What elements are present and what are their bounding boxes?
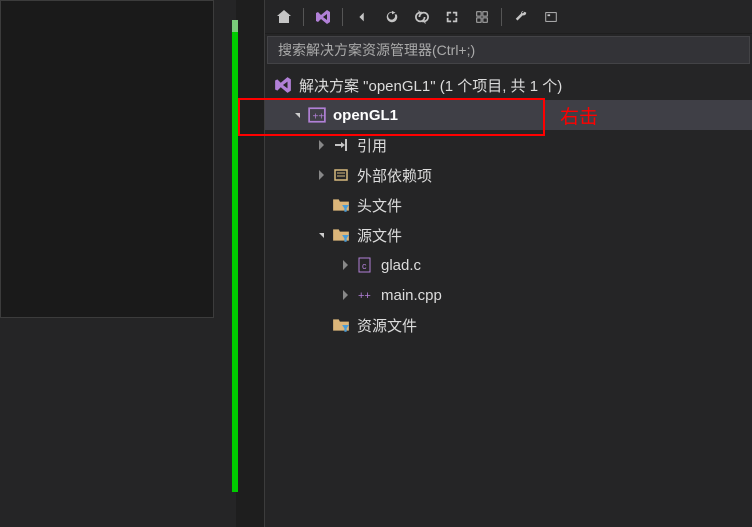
expander-icon[interactable] — [337, 257, 353, 273]
expander-icon[interactable] — [289, 107, 305, 123]
search-placeholder: 搜索解决方案资源管理器(Ctrl+;) — [278, 40, 475, 60]
solution-explorer-toolbar — [265, 0, 752, 34]
expander-icon[interactable] — [313, 137, 329, 153]
refresh-icon[interactable] — [379, 4, 405, 30]
solution-label: 解决方案 "openGL1" (1 个项目, 共 1 个) — [299, 75, 562, 96]
header-files-node[interactable]: 头文件 — [265, 190, 752, 220]
search-input[interactable]: 搜索解决方案资源管理器(Ctrl+;) — [267, 36, 750, 64]
sync-icon[interactable] — [409, 4, 435, 30]
file-label: main.cpp — [381, 287, 442, 304]
solution-explorer-panel: 搜索解决方案资源管理器(Ctrl+;) 解决方案 "openGL1" (1 个项… — [264, 0, 752, 527]
external-deps-icon — [331, 165, 351, 185]
change-marker-top — [232, 20, 238, 32]
toolbar-separator — [342, 8, 343, 26]
expander-icon[interactable] — [313, 167, 329, 183]
back-icon[interactable] — [349, 4, 375, 30]
references-icon — [331, 135, 351, 155]
editor-block — [0, 0, 214, 318]
folder-filter-icon — [331, 195, 351, 215]
toolbar-separator — [501, 8, 502, 26]
collapse-icon[interactable] — [439, 4, 465, 30]
solution-tree: 解决方案 "openGL1" (1 个项目, 共 1 个) ++ openGL1… — [265, 66, 752, 340]
expander-icon[interactable] — [337, 287, 353, 303]
cpp-file-icon: ++ — [355, 285, 375, 305]
svg-text:++: ++ — [313, 112, 325, 123]
source-files-label: 源文件 — [357, 225, 402, 246]
home-icon[interactable] — [271, 4, 297, 30]
folder-filter-icon — [331, 315, 351, 335]
header-files-label: 头文件 — [357, 195, 402, 216]
resource-files-label: 资源文件 — [357, 315, 417, 336]
file-label: glad.c — [381, 257, 421, 274]
resource-files-node[interactable]: 资源文件 — [265, 310, 752, 340]
solution-node[interactable]: 解决方案 "openGL1" (1 个项目, 共 1 个) — [265, 70, 752, 100]
show-all-icon[interactable] — [469, 4, 495, 30]
preview-icon[interactable] — [538, 4, 564, 30]
project-node[interactable]: ++ openGL1 — [265, 100, 752, 130]
external-deps-label: 外部依赖项 — [357, 165, 432, 186]
source-files-node[interactable]: 源文件 — [265, 220, 752, 250]
references-node[interactable]: 引用 — [265, 130, 752, 160]
references-label: 引用 — [357, 135, 387, 156]
svg-text:++: ++ — [358, 290, 371, 302]
folder-filter-icon — [331, 225, 351, 245]
change-marker — [232, 32, 238, 492]
file-node-glad[interactable]: c glad.c — [265, 250, 752, 280]
external-deps-node[interactable]: 外部依赖项 — [265, 160, 752, 190]
toolbar-separator — [303, 8, 304, 26]
expander-icon[interactable] — [313, 227, 329, 243]
solution-icon — [273, 75, 293, 95]
file-node-main[interactable]: ++ main.cpp — [265, 280, 752, 310]
vs-icon[interactable] — [310, 4, 336, 30]
project-icon: ++ — [307, 105, 327, 125]
editor-pane — [0, 0, 236, 527]
properties-icon[interactable] — [508, 4, 534, 30]
svg-text:c: c — [362, 261, 367, 271]
project-label: openGL1 — [333, 107, 398, 124]
c-file-icon: c — [355, 255, 375, 275]
